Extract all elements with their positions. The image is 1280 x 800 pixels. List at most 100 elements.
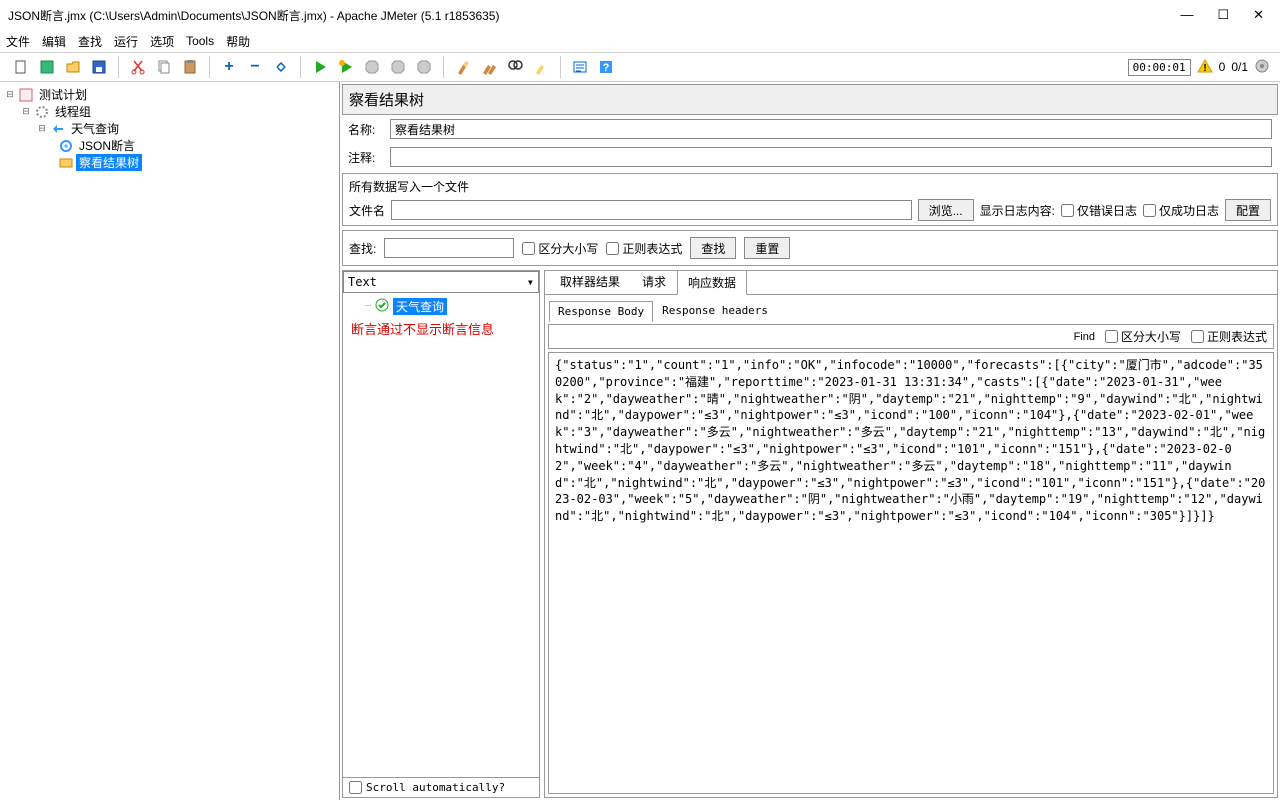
search-label: 查找: xyxy=(349,240,376,257)
right-panel: 察看结果树 名称: 注释: 所有数据写入一个文件 文件名 浏览... 显示日志内… xyxy=(340,82,1280,800)
chevron-down-icon: ▾ xyxy=(527,275,534,289)
expand-icon[interactable]: + xyxy=(218,56,240,78)
clear-icon[interactable] xyxy=(452,56,474,78)
start-noclock-icon[interactable] xyxy=(335,56,357,78)
response-tabs: 取样器结果 请求 响应数据 xyxy=(545,271,1277,295)
comment-input[interactable] xyxy=(390,147,1272,167)
result-item[interactable]: ┈ 天气查询 xyxy=(347,297,535,315)
menu-file[interactable]: 文件 xyxy=(6,33,30,50)
clear-all-icon[interactable] xyxy=(478,56,500,78)
gear-icon[interactable] xyxy=(1254,58,1270,77)
sampler-icon xyxy=(50,121,66,137)
success-icon xyxy=(375,298,389,315)
tree-assertion[interactable]: JSON断言 xyxy=(76,137,138,154)
error-only-checkbox[interactable]: 仅错误日志 xyxy=(1061,202,1137,219)
result-label: 天气查询 xyxy=(393,298,447,315)
regex-checkbox[interactable]: 正则表达式 xyxy=(606,240,682,257)
cut-icon[interactable] xyxy=(127,56,149,78)
case-sensitive-checkbox[interactable]: 区分大小写 xyxy=(522,240,598,257)
tab-request[interactable]: 请求 xyxy=(631,269,677,294)
name-label: 名称: xyxy=(348,121,384,138)
log-content-label: 显示日志内容: xyxy=(980,202,1055,219)
help-icon[interactable]: ? xyxy=(595,56,617,78)
file-panel-title: 所有数据写入一个文件 xyxy=(349,178,1271,195)
filename-label: 文件名 xyxy=(349,202,385,219)
tree-listener[interactable]: 察看结果树 xyxy=(76,154,142,171)
browse-button[interactable]: 浏览... xyxy=(918,199,974,221)
search-input[interactable] xyxy=(384,238,514,258)
search-icon[interactable] xyxy=(504,56,526,78)
menubar: 文件 编辑 查找 运行 选项 Tools 帮助 xyxy=(0,30,1280,52)
results-list-panel: Text▾ ┈ 天气查询 断言通过不显示断言信息 Scroll automati… xyxy=(342,270,540,798)
subtab-body[interactable]: Response Body xyxy=(549,301,653,322)
response-body-text[interactable]: {"status":"1","count":"1","info":"OK","i… xyxy=(548,352,1274,794)
find-regex-checkbox[interactable]: 正则表达式 xyxy=(1191,328,1267,345)
response-panel: 取样器结果 请求 响应数据 Response Body Response hea… xyxy=(544,270,1278,798)
testplan-icon xyxy=(18,87,34,103)
maximize-button[interactable]: ☐ xyxy=(1217,7,1229,23)
minimize-button[interactable]: — xyxy=(1180,7,1193,23)
copy-icon[interactable] xyxy=(153,56,175,78)
subtab-headers[interactable]: Response headers xyxy=(653,300,777,321)
comment-label: 注释: xyxy=(348,149,384,166)
test-plan-tree: ⊟ 测试计划 ⊟ 线程组 ⊟ 天气查询 JSON断言 察看结果树 xyxy=(0,82,340,800)
collapse-icon[interactable]: − xyxy=(244,56,266,78)
error-count: 0 xyxy=(1219,60,1226,74)
search-bar: 查找: 区分大小写 正则表达式 查找 重置 xyxy=(342,230,1278,266)
tree-toggle[interactable]: ⊟ xyxy=(4,89,16,100)
menu-edit[interactable]: 编辑 xyxy=(42,33,66,50)
config-button[interactable]: 配置 xyxy=(1225,199,1271,221)
timer-display: 00:00:01 xyxy=(1128,59,1191,76)
paste-icon[interactable] xyxy=(179,56,201,78)
new-icon[interactable] xyxy=(10,56,32,78)
shutdown-icon[interactable] xyxy=(387,56,409,78)
assertion-note: 断言通过不显示断言信息 xyxy=(347,315,535,342)
stop-icon[interactable] xyxy=(361,56,383,78)
tree-sampler[interactable]: 天气查询 xyxy=(68,120,122,137)
function-helper-icon[interactable] xyxy=(569,56,591,78)
find-case-checkbox[interactable]: 区分大小写 xyxy=(1105,328,1181,345)
close-button[interactable]: ✕ xyxy=(1253,7,1264,23)
scroll-auto-checkbox[interactable]: Scroll automatically? xyxy=(343,777,539,797)
save-icon[interactable] xyxy=(88,56,110,78)
templates-icon[interactable] xyxy=(36,56,58,78)
svg-text:?: ? xyxy=(603,62,610,74)
svg-text:!: ! xyxy=(1203,63,1206,74)
reset-search-icon[interactable] xyxy=(530,56,552,78)
menu-search[interactable]: 查找 xyxy=(78,33,102,50)
assertion-icon xyxy=(58,138,74,154)
tab-response[interactable]: 响应数据 xyxy=(677,270,747,295)
threadgroup-icon xyxy=(34,104,50,120)
tree-testplan[interactable]: 测试计划 xyxy=(36,86,90,103)
name-input[interactable] xyxy=(390,119,1272,139)
tree-threadgroup[interactable]: 线程组 xyxy=(52,103,94,120)
start-icon[interactable] xyxy=(309,56,331,78)
menu-help[interactable]: 帮助 xyxy=(226,33,250,50)
window-title: JSON断言.jmx (C:\Users\Admin\Documents\JSO… xyxy=(8,7,499,24)
window-controls: — ☐ ✕ xyxy=(1180,7,1272,23)
menu-tools[interactable]: Tools xyxy=(186,34,214,48)
listener-icon xyxy=(58,155,74,171)
tree-toggle[interactable]: ⊟ xyxy=(20,106,32,117)
toggle-icon[interactable] xyxy=(270,56,292,78)
menu-options[interactable]: 选项 xyxy=(150,33,174,50)
success-only-checkbox[interactable]: 仅成功日志 xyxy=(1143,202,1219,219)
file-write-panel: 所有数据写入一个文件 文件名 浏览... 显示日志内容: 仅错误日志 仅成功日志… xyxy=(342,173,1278,226)
find-label[interactable]: Find xyxy=(1074,331,1095,343)
find-bar: Find 区分大小写 正则表达式 xyxy=(548,324,1274,349)
tab-sampler[interactable]: 取样器结果 xyxy=(549,269,631,294)
tree-toggle[interactable]: ⊟ xyxy=(36,123,48,134)
response-subtabs: Response Body Response headers xyxy=(545,295,1277,321)
toolbar: + − ? 00:00:01 ! 0 0/1 xyxy=(0,52,1280,82)
reset-button[interactable]: 重置 xyxy=(744,237,790,259)
render-dropdown[interactable]: Text▾ xyxy=(343,271,539,293)
filename-input[interactable] xyxy=(391,200,912,220)
warning-icon[interactable]: ! xyxy=(1197,58,1213,77)
panel-title: 察看结果树 xyxy=(342,84,1278,115)
menu-run[interactable]: 运行 xyxy=(114,33,138,50)
open-icon[interactable] xyxy=(62,56,84,78)
remote-stop-icon[interactable] xyxy=(413,56,435,78)
thread-count: 0/1 xyxy=(1231,60,1248,74)
main-area: ⊟ 测试计划 ⊟ 线程组 ⊟ 天气查询 JSON断言 察看结果树 察看结果树 名… xyxy=(0,82,1280,800)
search-button[interactable]: 查找 xyxy=(690,237,736,259)
